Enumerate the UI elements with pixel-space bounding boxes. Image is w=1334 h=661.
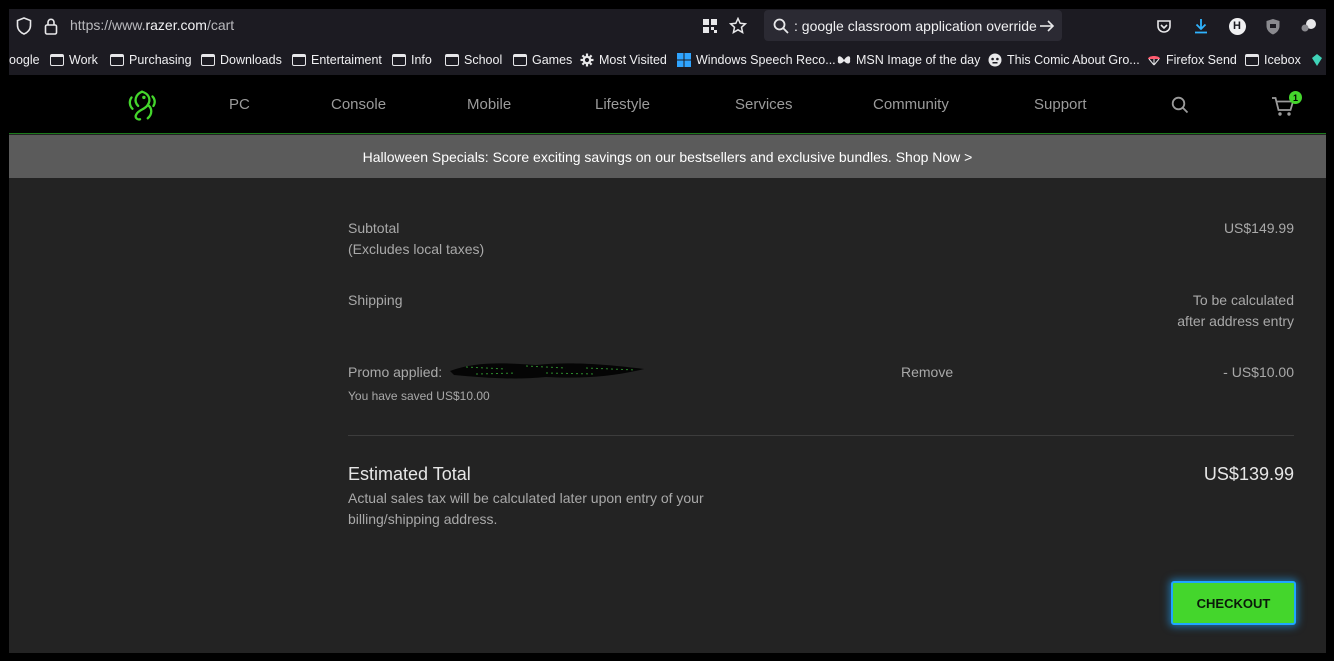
nav-services[interactable]: Services (735, 96, 793, 113)
subtotal-note: (Excludes local taxes) (348, 241, 485, 257)
bookmark-label: This Comic About Gro... (1007, 53, 1140, 67)
bookmark-work[interactable]: Work (50, 52, 98, 68)
bookmark-star-icon[interactable] (728, 16, 748, 36)
bookmark-games[interactable]: Games (513, 52, 572, 68)
extension-icon[interactable] (1299, 16, 1319, 36)
promo-remove-link[interactable]: Remove (901, 364, 953, 380)
folder-icon (110, 54, 124, 66)
gear-icon (580, 53, 594, 67)
promo-banner[interactable]: Halloween Specials: Score exciting savin… (9, 135, 1326, 178)
bookmark-info[interactable]: Info (392, 52, 432, 68)
redacted-promo-code (450, 363, 644, 379)
ublock-icon[interactable] (1263, 16, 1283, 36)
nav-support[interactable]: Support (1034, 96, 1087, 113)
subtotal-value: US$149.99 (1223, 220, 1294, 236)
folder-icon (1245, 54, 1259, 66)
shipping-value-line2: after address entry (1177, 313, 1294, 329)
folder-icon (292, 54, 306, 66)
promo-saved-text: You have saved US$10.00 (348, 389, 490, 403)
nav-console[interactable]: Console (331, 96, 386, 113)
url-field[interactable]: https://www.razer.com/cart (70, 17, 234, 33)
url-host: razer.com (145, 17, 207, 33)
gem-icon (1312, 54, 1322, 66)
qr-grid-icon[interactable] (700, 16, 720, 36)
face-icon (988, 53, 1002, 67)
search-icon (771, 16, 791, 36)
razer-logo-icon[interactable] (123, 86, 161, 124)
promo-label: Promo applied: (348, 364, 443, 380)
bookmark-label: Games (532, 53, 573, 67)
bookmark-label: oogle (9, 53, 40, 67)
window-frame: https://www.razer.com/cart : google clas… (0, 0, 1334, 661)
profile-initial: H (1228, 17, 1246, 35)
folder-icon (50, 54, 64, 66)
nav-community[interactable]: Community (873, 96, 949, 113)
subtotal-label: Subtotal (348, 220, 400, 236)
bookmark-icebox[interactable]: Icebox (1245, 52, 1301, 68)
bookmark-purchasing[interactable]: Purchasing (110, 52, 192, 68)
search-query: : google classroom application override (794, 18, 1037, 34)
folder-icon (201, 54, 215, 66)
site-search-icon[interactable] (1171, 96, 1189, 114)
bookmark-label: MSN Image of the day (856, 53, 981, 67)
nav-mobile[interactable]: Mobile (467, 96, 511, 113)
bookmark-most-visited[interactable]: Most Visited (580, 52, 667, 68)
url-prefix: https://www. (70, 17, 146, 33)
bookmark-label: Entertaiment (311, 53, 382, 67)
arrow-right-icon[interactable] (1037, 16, 1057, 36)
bookmark-comic[interactable]: This Comic About Gro... (988, 52, 1140, 68)
bookmarks-bar: oogle Work Purchasing Downloads Entertai… (9, 43, 1326, 75)
bookmark-downloads[interactable]: Downloads (201, 52, 282, 68)
bookmark-label: Info (411, 53, 432, 67)
folder-icon (445, 54, 459, 66)
pocket-icon[interactable] (1154, 16, 1174, 36)
estimated-total-label: Estimated Total (348, 464, 471, 484)
bookmark-school[interactable]: School (445, 52, 502, 68)
nav-pc[interactable]: PC (229, 96, 250, 113)
bookmark-label: Downloads (220, 53, 282, 67)
windows-icon (677, 53, 691, 67)
bookmark-windows-speech[interactable]: Windows Speech Reco... (677, 52, 836, 68)
download-icon[interactable] (1191, 16, 1211, 36)
bookmark-firefox-send[interactable]: Firefox Send (1147, 52, 1237, 68)
shipping-value-line1: To be calculated (1192, 292, 1294, 308)
url-path: /cart (206, 17, 235, 33)
estimated-total-note: Actual sales tax will be calculated late… (348, 490, 704, 527)
bookmark-label: Most Visited (599, 53, 667, 67)
bookmark-msn-image[interactable]: MSN Image of the day (837, 52, 980, 68)
bookmark-label: Icebox (1264, 53, 1301, 67)
parachute-icon (1148, 56, 1160, 66)
bookmark-google[interactable]: oogle (9, 52, 40, 68)
promo-value: - US$10.00 (1223, 364, 1294, 380)
bookmark-label: Firefox Send (1166, 53, 1237, 67)
promo-banner-text: Halloween Specials: Score exciting savin… (362, 148, 973, 165)
site-header: PC Console Mobile Lifestyle Services Com… (9, 75, 1326, 134)
profile-avatar[interactable]: H (1227, 16, 1247, 36)
butterfly-icon (837, 56, 851, 64)
shipping-label: Shipping (348, 292, 403, 308)
summary-divider (348, 435, 1294, 436)
browser-window: https://www.razer.com/cart : google clas… (9, 9, 1326, 653)
nav-lifestyle[interactable]: Lifestyle (595, 96, 650, 113)
bookmark-label: School (464, 53, 503, 67)
folder-icon (392, 54, 406, 66)
estimated-total-value: US$139.99 (1203, 464, 1294, 484)
bookmark-label: Purchasing (129, 53, 192, 67)
shield-icon[interactable] (14, 16, 34, 36)
bookmark-label: Work (69, 53, 98, 67)
lock-icon[interactable] (41, 16, 61, 36)
bookmark-label: Windows Speech Reco... (696, 53, 836, 67)
bookmark-entertaiment[interactable]: Entertaiment (292, 52, 382, 68)
checkout-button[interactable]: CHECKOUT (1171, 581, 1296, 625)
bookmark-overflow[interactable] (1310, 52, 1324, 68)
url-bar: https://www.razer.com/cart : google clas… (9, 9, 1326, 43)
folder-icon (513, 54, 527, 66)
cart-count-badge: 1 (1289, 91, 1302, 104)
